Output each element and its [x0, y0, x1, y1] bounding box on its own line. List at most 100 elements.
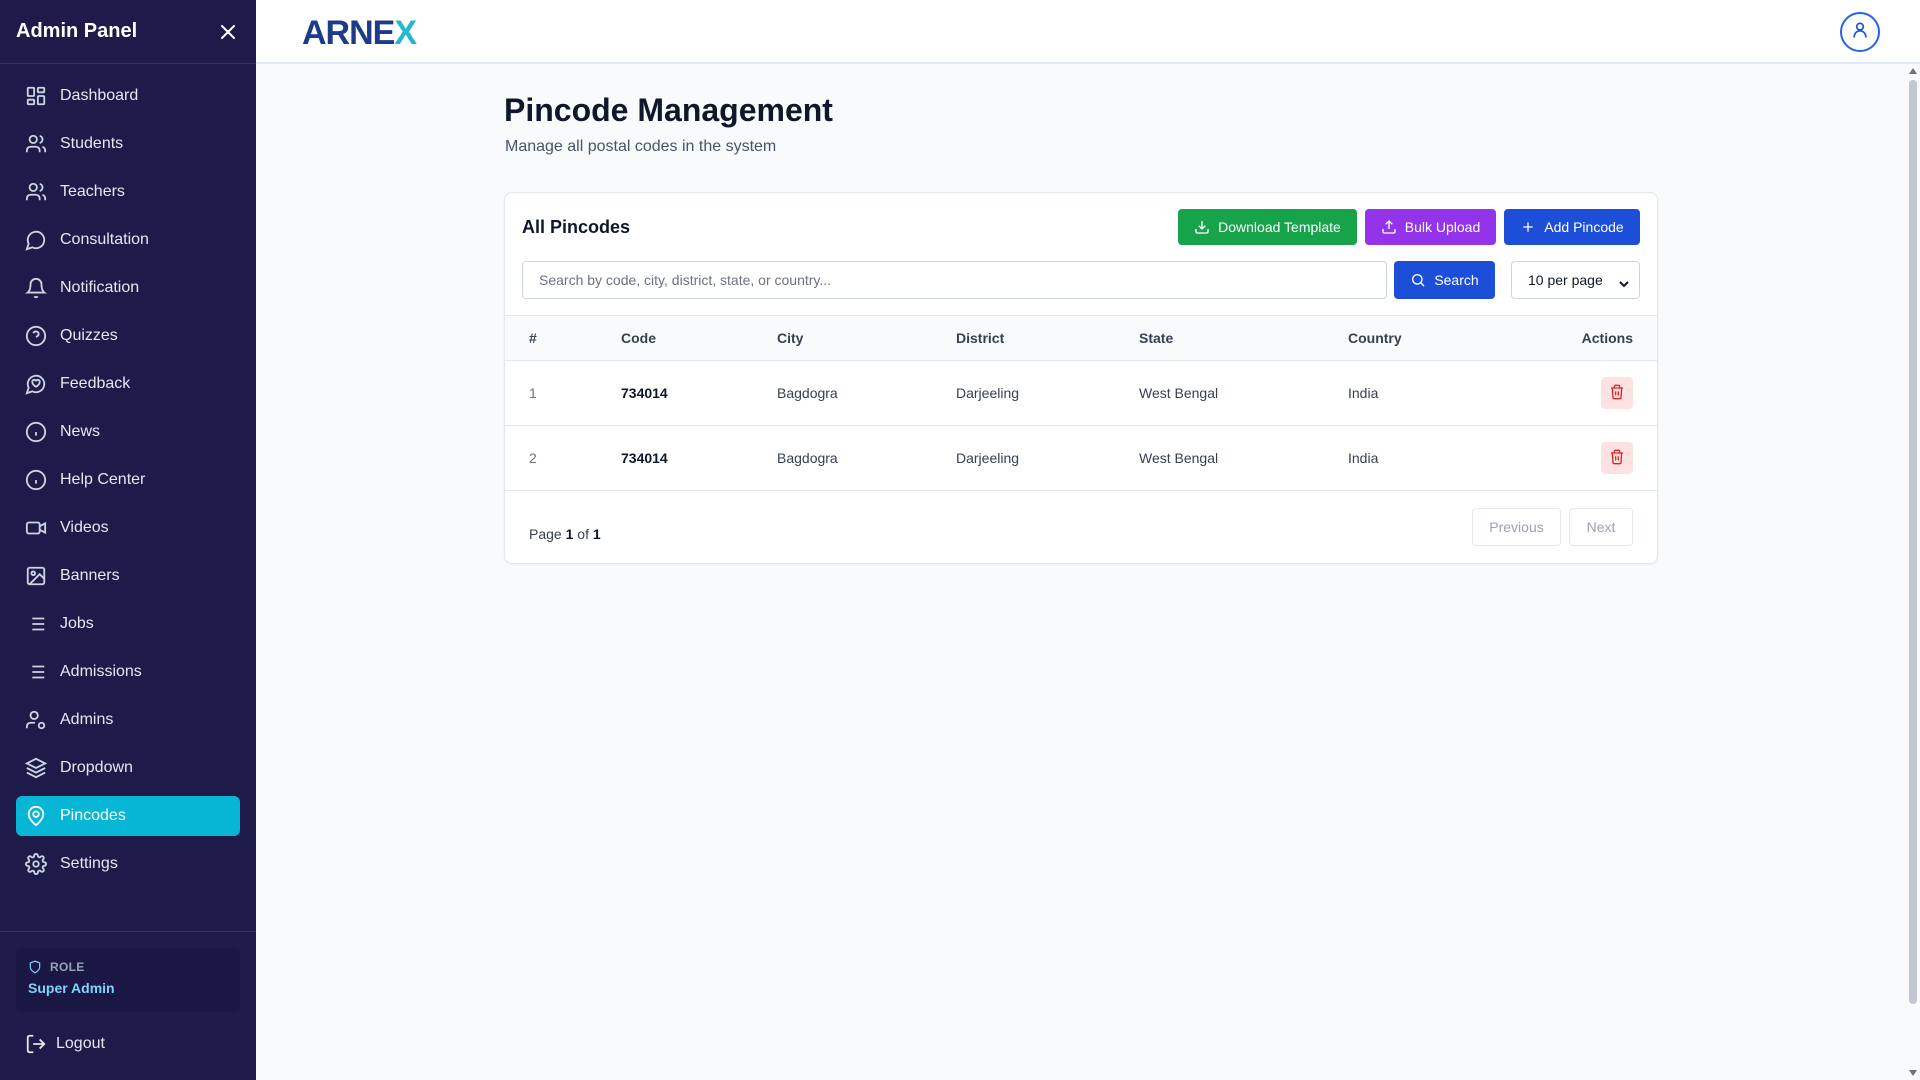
top-bar: AR NE X	[256, 0, 1920, 64]
user-icon	[1850, 20, 1870, 45]
page-title: Pincode Management	[504, 92, 833, 128]
search-icon	[1410, 272, 1426, 288]
sidebar-item-label: Feedback	[60, 375, 131, 392]
bulk-upload-button[interactable]: Bulk Upload	[1365, 209, 1496, 245]
cell-num: 2	[529, 450, 537, 466]
users-icon	[24, 132, 48, 156]
role-value: Super Admin	[28, 980, 115, 996]
sidebar-item-label: Settings	[60, 855, 118, 872]
gear-icon	[24, 852, 48, 876]
sidebar-divider	[0, 931, 256, 932]
search-button[interactable]: Search	[1394, 261, 1495, 299]
sidebar-item-banners[interactable]: Banners	[16, 556, 240, 596]
sidebar-item-feedback[interactable]: Feedback	[16, 364, 240, 404]
cell-state: West Bengal	[1139, 450, 1219, 466]
map-pin-icon	[24, 804, 48, 828]
sidebar-item-notification[interactable]: Notification	[16, 268, 240, 308]
shield-icon	[28, 960, 42, 974]
sidebar-item-videos[interactable]: Videos	[16, 508, 240, 548]
delete-button[interactable]	[1601, 377, 1633, 409]
brand-logo[interactable]: AR NE X	[302, 13, 417, 52]
pagination-info: Page 1 of 1	[529, 526, 601, 542]
search-input[interactable]	[522, 261, 1387, 299]
logo-text-part3: X	[394, 13, 417, 52]
bulk-upload-label: Bulk Upload	[1404, 219, 1481, 235]
video-icon	[24, 516, 48, 540]
scrollbar-thumb[interactable]	[1909, 80, 1917, 1004]
per-page-select[interactable]: 10 per page	[1511, 261, 1640, 299]
list-icon	[24, 660, 48, 684]
cell-code: 734014	[621, 385, 668, 401]
sidebar-item-label: Videos	[60, 519, 109, 536]
upload-icon	[1381, 219, 1397, 235]
sidebar-title: Admin Panel	[16, 20, 138, 42]
chevron-down-icon	[1619, 276, 1629, 292]
sidebar-item-pincodes[interactable]: Pincodes	[16, 796, 240, 836]
sidebar-item-admins[interactable]: Admins	[16, 700, 240, 740]
bell-icon	[24, 276, 48, 300]
table-row: 1 734014 Bagdogra Darjeeling West Bengal…	[505, 361, 1657, 426]
sidebar-nav: Dashboard Students Teachers Consultation…	[0, 64, 256, 884]
cell-district: Darjeeling	[956, 385, 1020, 401]
logout-icon	[24, 1032, 48, 1056]
sidebar-item-news[interactable]: News	[16, 412, 240, 452]
pincodes-card: All Pincodes Download Template Bulk Uplo…	[504, 192, 1658, 564]
logo-text-part1: AR	[302, 13, 350, 52]
sidebar-header: Admin Panel	[0, 0, 256, 64]
card-title: All Pincodes	[522, 217, 631, 237]
plus-icon	[1520, 219, 1536, 235]
delete-button[interactable]	[1601, 442, 1633, 474]
sidebar-item-label: Students	[60, 135, 124, 152]
sidebar-item-admissions[interactable]: Admissions	[16, 652, 240, 692]
info-icon	[24, 420, 48, 444]
sidebar-item-label: Dashboard	[60, 87, 139, 104]
sidebar-item-settings[interactable]: Settings	[16, 844, 240, 884]
page-scrollbar[interactable]	[1906, 64, 1920, 1080]
header-code: Code	[621, 330, 656, 346]
sidebar-item-dashboard[interactable]: Dashboard	[16, 76, 240, 116]
role-label-text: ROLE	[50, 960, 85, 974]
scroll-down-arrow-icon[interactable]	[1909, 1070, 1917, 1076]
sidebar: Admin Panel Dashboard Students Teachers …	[0, 0, 256, 1080]
sidebar-item-label: News	[60, 423, 101, 440]
sidebar-item-students[interactable]: Students	[16, 124, 240, 164]
user-cog-icon	[24, 708, 48, 732]
total-pages: 1	[592, 526, 601, 542]
header-num: #	[529, 330, 537, 346]
cell-country: India	[1348, 450, 1379, 466]
close-icon[interactable]	[216, 20, 240, 44]
help-circle-icon	[24, 324, 48, 348]
next-button[interactable]: Next	[1569, 508, 1633, 546]
logout-label: Logout	[56, 1035, 105, 1052]
dashboard-icon	[24, 84, 48, 108]
cell-actions	[1601, 426, 1633, 490]
role-label: ROLE	[28, 960, 228, 974]
header-country: Country	[1348, 330, 1402, 346]
header-district: District	[956, 330, 1005, 346]
sidebar-item-dropdown[interactable]: Dropdown	[16, 748, 240, 788]
download-template-button[interactable]: Download Template	[1178, 209, 1357, 245]
add-pincode-button[interactable]: Add Pincode	[1504, 209, 1640, 245]
sidebar-item-jobs[interactable]: Jobs	[16, 604, 240, 644]
role-box: ROLE Super Admin	[16, 948, 240, 1012]
previous-button[interactable]: Previous	[1472, 508, 1561, 546]
sidebar-item-label: Dropdown	[60, 759, 133, 776]
sidebar-item-consultation[interactable]: Consultation	[16, 220, 240, 260]
scroll-up-arrow-icon[interactable]	[1909, 68, 1917, 74]
sidebar-item-quizzes[interactable]: Quizzes	[16, 316, 240, 356]
of-word: of	[577, 526, 589, 542]
sidebar-item-teachers[interactable]: Teachers	[16, 172, 240, 212]
sidebar-item-label: Teachers	[60, 183, 125, 200]
cell-state: West Bengal	[1139, 385, 1219, 401]
cell-num: 1	[529, 385, 537, 401]
logout-button[interactable]: Logout	[16, 1024, 113, 1064]
trash-icon	[1609, 449, 1625, 468]
sidebar-item-help-center[interactable]: Help Center	[16, 460, 240, 500]
layers-icon	[24, 756, 48, 780]
search-button-label: Search	[1434, 272, 1479, 288]
user-avatar-button[interactable]	[1840, 12, 1880, 52]
trash-icon	[1609, 384, 1625, 403]
cell-city: Bagdogra	[777, 450, 838, 466]
header-city: City	[777, 330, 804, 346]
per-page-value: 10 per page	[1528, 272, 1603, 288]
